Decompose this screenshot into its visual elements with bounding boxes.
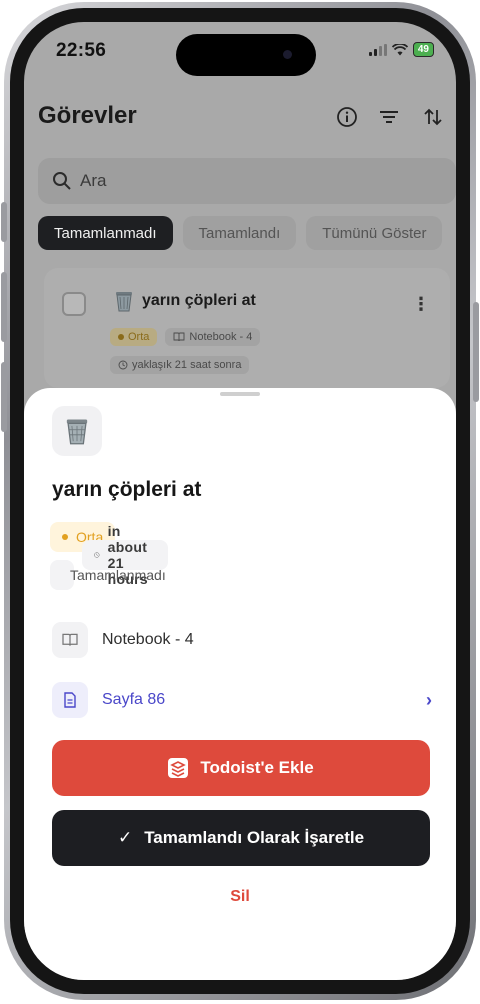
todoist-button-label: Todoist'e Ekle [200,758,314,777]
volume-down-button [1,362,7,432]
status-chip: Tamamlanmadı [50,560,166,590]
task-emoji [52,406,102,456]
due-label: yaklaşık 21 saat sonra [132,359,242,371]
filter-icon[interactable] [374,102,404,132]
action-button [1,202,7,242]
task-title: yarın çöpleri at [114,290,256,312]
sheet-title: yarın çöpleri at [52,478,202,501]
document-icon [52,682,88,718]
phone-bezel: 22:56 49 Görevler Ara Tamamlanmadı Tamam… [10,8,470,994]
add-to-todoist-button[interactable]: Todoist'e Ekle [52,740,430,796]
due-chip: in about 21 hours [82,523,169,587]
task-chip-row: Orta Notebook - 4 [110,328,261,346]
sort-icon[interactable] [418,102,448,132]
notebook-label: Notebook - 4 [189,331,253,343]
task-detail-sheet: yarın çöpleri at Orta in about 21 hours … [24,388,456,980]
due-chip: yaklaşık 21 saat sonra [110,356,250,374]
camera-icon [283,50,292,59]
tab-completed[interactable]: Tamamlandı [182,216,297,250]
wifi-icon [391,43,408,55]
search-placeholder: Ara [80,171,107,190]
book-icon [173,332,185,342]
sheet-chip-row: Orta in about 21 hours [50,522,169,587]
dynamic-island [176,34,316,76]
clock-icon [118,360,128,370]
signal-icon [368,43,387,56]
delete-button[interactable]: Sil [24,888,456,906]
task-title-text: yarın çöpleri at [142,292,256,309]
priority-label: Orta [128,331,150,343]
page-title: Görevler [38,102,137,129]
mark-complete-button[interactable]: ✓ Tamamlandı Olarak İşaretle [52,810,430,866]
status-label: Tamamlanmadı [70,567,166,583]
task-checkbox[interactable] [62,292,86,316]
tab-show-all[interactable]: Tümünü Göster [306,216,443,250]
search-input[interactable]: Ara [38,158,456,204]
status-time: 22:56 [56,40,107,61]
chevron-right-icon: › [426,689,432,710]
more-menu-icon[interactable]: ⋮ [412,294,430,315]
header: Görevler [24,92,456,142]
task-card[interactable]: yarın çöpleri at ⋮ Orta Notebook - 4 yak… [44,268,450,388]
phone-frame: 22:56 49 Görevler Ara Tamamlanmadı Tamam… [1,2,479,1000]
page-link[interactable]: Sayfa 86 [102,691,165,709]
notebook-label: Notebook - 4 [102,631,194,648]
notebook-row: Notebook - 4 [52,620,432,660]
page-row[interactable]: Sayfa 86 › [52,680,432,720]
task-due-row: yaklaşık 21 saat sonra [110,356,250,374]
priority-chip: Orta [110,328,158,346]
tab-incomplete[interactable]: Tamamlanmadı [38,216,173,250]
battery-indicator: 49 [412,42,434,57]
checkmark-icon: ✓ [117,828,133,847]
notebook-chip: Notebook - 4 [165,328,261,346]
volume-up-button [1,272,7,342]
priority-dot [118,334,124,340]
wastebasket-icon [116,292,132,312]
priority-dot [62,534,68,540]
todoist-icon [168,758,189,778]
power-button [473,302,479,402]
book-icon [52,622,88,658]
sheet-grabber[interactable] [220,392,260,396]
status-icons: 49 [368,42,434,57]
complete-button-label: Tamamlandı Olarak İşaretle [144,828,365,847]
wastebasket-icon [66,419,88,445]
filter-tabs: Tamamlanmadı Tamamlandı Tümünü Göster [38,216,456,250]
info-icon[interactable] [332,102,362,132]
search-icon [53,172,71,190]
clock-icon [94,552,100,558]
screen: 22:56 49 Görevler Ara Tamamlanmadı Tamam… [24,22,456,980]
status-bar: 22:56 49 [24,22,456,78]
